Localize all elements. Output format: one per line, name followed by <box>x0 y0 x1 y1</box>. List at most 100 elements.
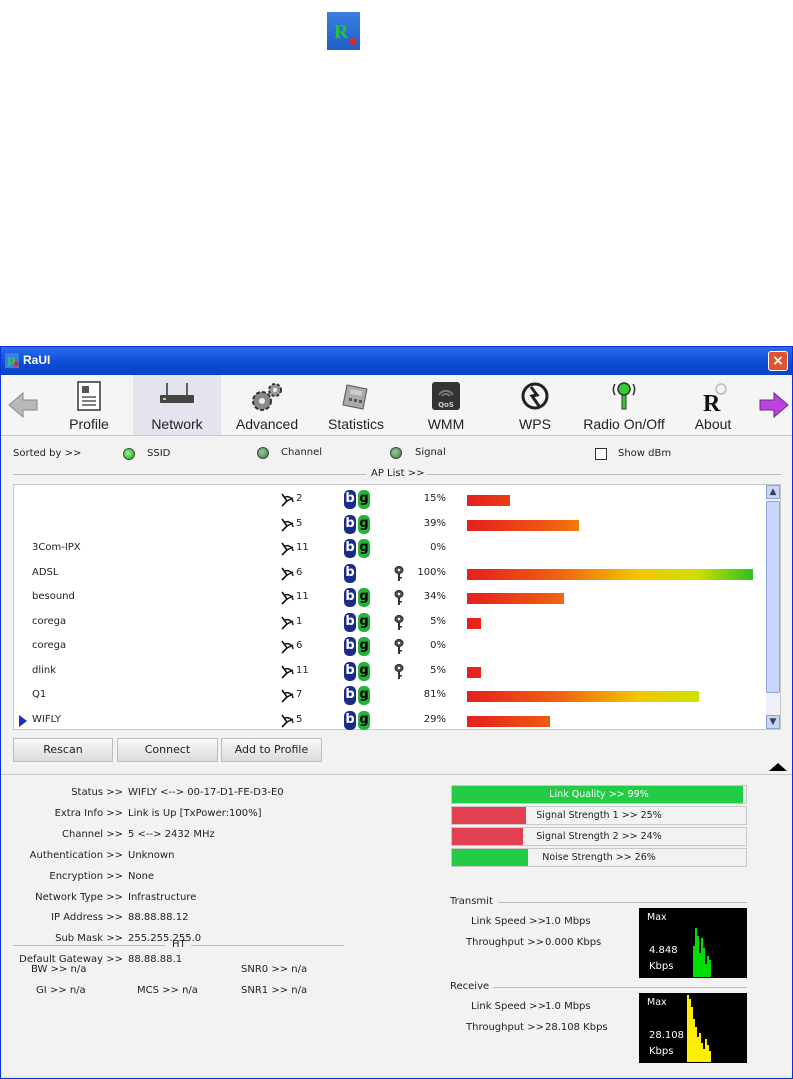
close-button[interactable]: × <box>768 351 788 371</box>
ht-divider-left <box>13 945 165 946</box>
key-icon <box>394 639 404 654</box>
status-label: Status >> <box>71 787 123 798</box>
transmit-divider <box>498 902 747 903</box>
app-icon: R <box>5 353 19 368</box>
tab-advanced[interactable]: Advanced <box>227 375 307 435</box>
band-b-badge: b <box>344 637 356 656</box>
status-value: 255.255.255.0 <box>128 933 202 945</box>
status-value: 5 <--> 2432 MHz <box>128 828 215 840</box>
ap-channel-number: 11 <box>296 591 309 602</box>
sorted-by-label: Sorted by >> <box>13 448 82 459</box>
status-value: Link is Up [TxPower:100%] <box>128 807 262 819</box>
show-dbm-checkbox[interactable] <box>595 448 607 460</box>
status-label: Sub Mask >> <box>55 933 123 945</box>
svg-text:QoS: QoS <box>438 401 454 409</box>
back-arrow-icon[interactable] <box>7 389 39 421</box>
band-b-badge: b <box>344 514 356 534</box>
raui-window: R RaUI × Profile Network Advanced Statis… <box>0 346 793 1079</box>
tab-network[interactable]: Network <box>133 375 221 435</box>
tab-radio-label: Radio On/Off <box>583 416 665 432</box>
ap-row[interactable]: ADSL 6 b 100% <box>14 562 766 586</box>
ap-row[interactable]: 5 b g 39% <box>14 513 766 537</box>
advanced-icon <box>252 383 282 411</box>
radio-icon <box>612 382 636 410</box>
rescan-button[interactable]: Rescan <box>13 738 113 762</box>
ap-ssid: Q1 <box>32 689 47 700</box>
sort-channel-radio[interactable] <box>257 447 269 459</box>
ap-ssid: besound <box>32 591 75 602</box>
graph-bar <box>699 1033 701 1062</box>
antenna-icon <box>281 493 294 507</box>
ap-ssid: corega <box>32 615 67 627</box>
tab-wmm-label: WMM <box>427 416 465 432</box>
tab-wmm[interactable]: QoS WMM <box>411 375 481 435</box>
tab-advanced-label: Advanced <box>235 416 299 432</box>
ap-row[interactable]: besound 11 b g 34% <box>14 586 766 610</box>
toolbar: Profile Network Advanced Statistics QoS … <box>1 375 792 436</box>
sort-ssid-radio[interactable] <box>123 448 135 460</box>
ap-row[interactable]: dlink 11 b g 5% <box>14 660 766 684</box>
graph-bar <box>687 995 689 1062</box>
status-label: Extra Info >> <box>54 807 123 819</box>
graph-bar <box>695 928 697 977</box>
collapse-arrow-icon[interactable] <box>769 763 787 771</box>
ap-list[interactable]: 2 b g 15% 5 b g 39% 3Com-IPX 11 b g 0% ADSL 6 b 100% beso… <box>13 484 781 730</box>
status-label: IP Address >> <box>51 912 123 924</box>
scroll-down-button[interactable]: ▼ <box>766 715 780 729</box>
ht-bw: BW >> n/a <box>31 964 87 975</box>
antenna-icon <box>281 591 294 605</box>
ap-list-scrollbar[interactable]: ▲ ▼ <box>766 485 780 729</box>
ap-signal-bar <box>467 568 753 580</box>
add-to-profile-button[interactable]: Add to Profile <box>221 738 322 762</box>
ap-row[interactable]: 2 b g 15% <box>14 488 766 512</box>
ap-signal-percent: 0% <box>430 542 446 553</box>
ap-row[interactable]: corega 6 b g 0% <box>14 635 766 659</box>
show-dbm-label: Show dBm <box>618 448 672 459</box>
ap-row[interactable]: corega 1 b g 5% <box>14 611 766 635</box>
ap-row[interactable]: WIFLY 5 b g 29% <box>14 709 766 733</box>
title-bar[interactable]: R RaUI × <box>1 347 792 375</box>
status-value: WIFLY <--> 00-17-D1-FE-D3-E0 <box>128 787 284 798</box>
graph-bar <box>697 936 699 977</box>
antenna-icon <box>281 567 294 581</box>
tab-about[interactable]: R About <box>687 375 739 435</box>
link-quality-text: Link Quality >> 99% <box>549 789 649 800</box>
key-icon <box>394 590 404 605</box>
tab-statistics[interactable]: Statistics <box>317 375 395 435</box>
scroll-up-button[interactable]: ▲ <box>766 485 780 499</box>
connect-button[interactable]: Connect <box>117 738 218 762</box>
forward-arrow-icon[interactable] <box>758 389 790 421</box>
band-g-badge: g <box>358 612 370 632</box>
tx-throughput-label: Throughput >> <box>466 937 545 948</box>
graph-bar <box>703 948 705 977</box>
tab-radio-onoff[interactable]: Radio On/Off <box>575 375 673 435</box>
graph-bar <box>709 1051 711 1062</box>
selected-arrow-icon <box>19 714 27 727</box>
antenna-icon <box>281 640 294 654</box>
tab-profile[interactable]: Profile <box>53 375 125 435</box>
ap-signal-bar <box>467 715 550 727</box>
antenna-icon <box>281 518 294 532</box>
antenna-icon <box>281 689 294 703</box>
aplist-divider-right <box>427 474 781 475</box>
ap-channel: 2 <box>279 492 302 511</box>
graph-bar <box>701 1043 703 1062</box>
ap-row[interactable]: Q1 7 b g 81% <box>14 684 766 708</box>
sort-signal-radio[interactable] <box>390 447 402 459</box>
status-value: 88.88.88.1 <box>128 954 183 966</box>
scroll-thumb[interactable] <box>766 501 780 693</box>
svg-text:R: R <box>703 391 721 413</box>
ap-ssid: corega <box>32 640 67 651</box>
graph-bar <box>703 1049 705 1062</box>
tray-app-icon[interactable]: R <box>327 12 360 50</box>
section-divider <box>1 774 792 775</box>
band-g-badge: g <box>358 710 370 730</box>
graph-bar <box>701 938 703 977</box>
ap-row[interactable]: 3Com-IPX 11 b g 0% <box>14 537 766 561</box>
tab-wps[interactable]: WPS <box>501 375 569 435</box>
tx-throughput-value: 0.000 Kbps <box>545 937 602 948</box>
graph-bar <box>693 1019 695 1062</box>
signal-strength-1-text: Signal Strength 1 >> 25% <box>536 810 662 821</box>
tab-statistics-label: Statistics <box>327 416 384 432</box>
ap-channel: 5 <box>279 517 302 536</box>
